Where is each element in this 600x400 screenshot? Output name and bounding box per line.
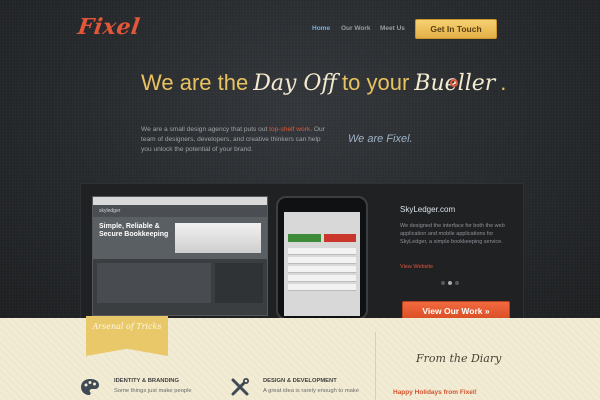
nav-our-work[interactable]: Our Work — [341, 25, 371, 32]
phone-add-expense-button — [323, 234, 356, 242]
nav-home[interactable]: Home — [312, 25, 330, 32]
phone-list-row — [288, 257, 356, 264]
phone-screen — [284, 212, 360, 316]
slider-dot-active[interactable] — [448, 281, 452, 285]
slider-dot[interactable] — [455, 281, 459, 285]
view-website-link[interactable]: View Website — [400, 264, 433, 270]
phone-list-row — [288, 248, 356, 255]
get-in-touch-button[interactable]: Get In Touch — [415, 19, 497, 39]
browser-bar — [93, 197, 267, 205]
headline-day-off: Day Off — [253, 71, 338, 96]
laptop-site-brand: skyledger — [93, 205, 267, 217]
service-desc-identity: Some things just make people — [114, 388, 192, 394]
arsenal-title: Arsenal of Tricks — [92, 322, 162, 331]
column-divider — [375, 332, 376, 400]
headline-end: . — [500, 70, 507, 95]
fixel-logo[interactable]: Fixel — [76, 14, 142, 40]
slider-dot[interactable] — [441, 281, 445, 285]
laptop-site-headline: Simple, Reliable & Secure Bookkeeping — [99, 223, 169, 238]
headline-start: We are the — [141, 70, 249, 95]
service-title-identity: IDENTITY & BRANDING — [114, 378, 179, 384]
palette-icon — [81, 379, 99, 395]
nav-meet-us[interactable]: Meet Us — [380, 25, 405, 32]
laptop-screenshot: skyledger Simple, Reliable & Secure Book… — [92, 196, 268, 316]
headline-middle: to your — [342, 70, 410, 95]
project-description: We designed the interface for both the w… — [400, 223, 505, 245]
diary-post-link[interactable]: Happy Holidays from Fixel! — [393, 389, 477, 396]
tools-icon — [231, 378, 249, 396]
laptop-site-body — [93, 259, 267, 307]
phone-list-row — [288, 266, 356, 273]
intro-text-start: We are a small design agency that puts o… — [141, 126, 270, 133]
hero-intro: We are a small design agency that puts o… — [141, 125, 331, 155]
project-title: SkyLedger.com — [400, 205, 456, 214]
laptop-site-hero: Simple, Reliable & Secure Bookkeeping — [93, 217, 267, 259]
service-desc-design: A great idea is rarely enough to make — [263, 388, 360, 394]
diary-title: From the Diary — [416, 352, 502, 365]
phone-list-row — [288, 284, 356, 291]
circle-ornament-icon — [450, 79, 458, 87]
service-title-design: DESIGN & DEVELOPMENT — [263, 378, 337, 384]
laptop-app-preview — [175, 223, 261, 253]
hero-tagline: We are Fixel. — [348, 133, 413, 145]
phone-list-row — [288, 275, 356, 282]
intro-highlight-link[interactable]: top-shelf work — [269, 126, 310, 133]
phone-screenshot — [276, 196, 368, 320]
slider-dots — [441, 281, 459, 285]
phone-add-income-button — [288, 234, 321, 242]
